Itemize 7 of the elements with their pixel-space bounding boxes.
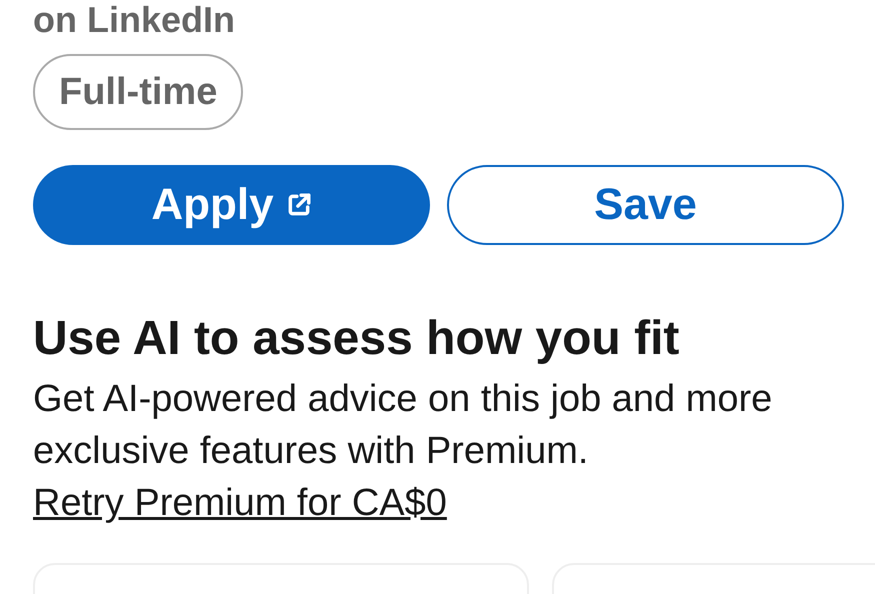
- premium-heading: Use AI to assess how you fit: [33, 311, 680, 367]
- premium-link[interactable]: Retry Premium for CA$0: [33, 477, 447, 529]
- premium-description: Get AI-powered advice on this job and more exclusive features with Premium.: [33, 377, 774, 474]
- save-button[interactable]: Save: [447, 165, 844, 245]
- source-text: on LinkedIn: [33, 0, 236, 40]
- job-type-tag: Full-time: [33, 54, 244, 130]
- apply-button[interactable]: Apply: [33, 165, 430, 245]
